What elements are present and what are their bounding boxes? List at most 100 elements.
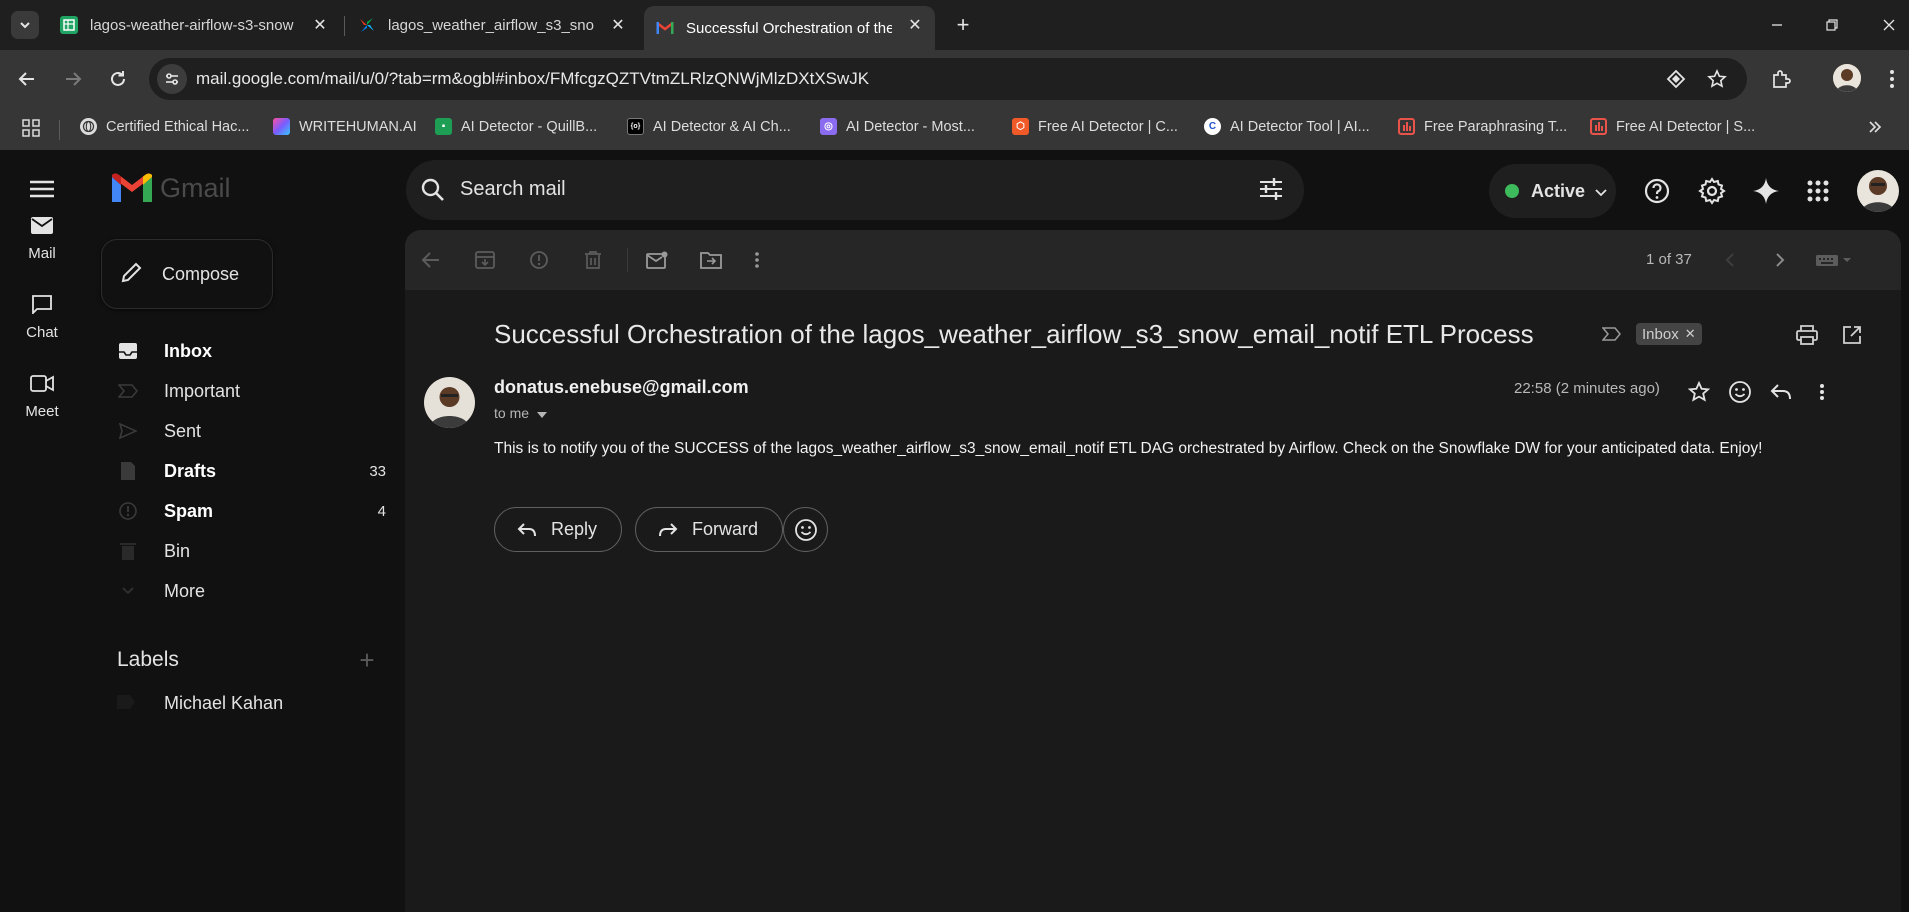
bookmark-item[interactable]: WRITEHUMAN.AI [273,118,417,135]
more-options-icon[interactable] [745,248,769,272]
bookmark-star-icon[interactable] [1706,68,1728,90]
nav-inbox[interactable]: Inbox [116,334,386,368]
move-to-icon[interactable] [699,248,723,272]
archive-icon[interactable] [473,248,497,272]
forward-arrow-icon[interactable] [60,66,86,92]
delete-icon[interactable] [581,248,605,272]
rail-meet[interactable]: Meet [0,367,84,420]
reply-icon[interactable] [1767,378,1795,406]
search-options-icon[interactable] [1258,177,1284,206]
browser-tab-1[interactable]: lagos-weather-airflow-s3-snow ✕ [48,6,340,44]
rail-mail[interactable]: Mail [0,209,84,262]
more-bookmarks-icon[interactable] [1867,119,1883,135]
recipient-details[interactable]: to me [494,405,548,421]
email-subject: Successful Orchestration of the lagos_we… [494,319,1534,349]
nav-more[interactable]: More [116,574,386,608]
browser-tab-3-active[interactable]: Successful Orchestration of the ✕ [644,6,935,50]
bookmark-item[interactable]: Free Paraphrasing T... [1398,118,1567,135]
help-icon[interactable] [1642,176,1672,206]
nav-drafts[interactable]: Drafts 33 [116,454,386,488]
nav-important[interactable]: Important [116,374,386,408]
main-menu-icon[interactable] [28,178,56,200]
caret-down-icon [537,405,548,421]
lens-diamond-icon[interactable] [1665,68,1687,90]
important-marker-icon[interactable] [1601,327,1622,346]
open-in-new-window-icon[interactable] [1839,322,1865,348]
gemini-sparkle-icon[interactable] [1751,176,1781,206]
status-selector[interactable]: Active [1489,164,1616,218]
label-item[interactable]: Michael Kahan [116,693,283,714]
print-icon[interactable] [1794,322,1820,348]
bookmark-label: Free AI Detector | S... [1616,118,1756,135]
bookmark-item[interactable]: {o} AI Detector & AI Ch... [627,118,791,135]
gear-icon[interactable] [1697,176,1727,206]
add-label-icon[interactable]: + [356,647,378,673]
new-tab-button[interactable]: + [950,12,976,38]
star-icon[interactable] [1685,378,1713,406]
restore-icon[interactable] [1821,14,1843,36]
browser-menu-icon[interactable] [1879,66,1905,92]
reply-button[interactable]: Reply [494,507,623,552]
sender-avatar[interactable] [424,377,475,428]
tab-title: lagos-weather-airflow-s3-snow [90,16,294,34]
account-avatar[interactable] [1857,170,1899,212]
search-bar[interactable]: Search mail [406,160,1304,220]
newer-chevron-icon[interactable] [1718,248,1742,272]
bookmark-item[interactable]: ⬡ Free AI Detector | C... [1012,118,1178,135]
bookmark-item[interactable]: ▪ AI Detector - QuillB... [435,118,597,135]
brain-icon: ◎ [820,118,837,135]
browser-tab-2[interactable]: lagos_weather_airflow_s3_snow ✕ [346,6,638,44]
smiley-icon [794,518,817,541]
remove-label-icon[interactable]: ✕ [1685,326,1696,342]
tab-title: lagos_weather_airflow_s3_snow [388,16,594,34]
close-tab-icon[interactable]: ✕ [905,15,925,35]
reload-icon[interactable] [105,66,131,92]
minimize-icon[interactable] [1766,14,1788,36]
close-tab-icon[interactable]: ✕ [310,15,330,35]
label-name: Michael Kahan [164,693,284,713]
gmail-logo[interactable]: Gmail [112,173,231,204]
nav-bin[interactable]: Bin [116,534,386,568]
message-more-icon[interactable] [1808,378,1836,406]
back-to-inbox-icon[interactable] [419,248,443,272]
emoji-reaction-button[interactable] [783,507,828,552]
apps-grid-icon[interactable] [1803,176,1833,206]
chevron-down-icon [20,22,30,29]
forward-button[interactable]: Forward [635,507,784,552]
spam-icon [116,499,140,523]
label-tag-icon [116,694,136,714]
close-tab-icon[interactable]: ✕ [608,15,628,35]
report-spam-icon[interactable] [527,248,551,272]
bookmark-item[interactable]: Free AI Detector | S... [1590,118,1755,135]
nav-count: 4 [377,502,386,520]
mark-unread-icon[interactable] [645,248,669,272]
bookmark-item[interactable]: ◎ AI Detector - Most... [820,118,975,135]
back-arrow-icon[interactable] [14,66,40,92]
bookmark-item[interactable]: Certified Ethical Hac... [80,118,249,135]
close-window-icon[interactable] [1878,14,1900,36]
profile-avatar[interactable] [1833,64,1861,92]
message-timestamp: 22:58 (2 minutes ago) [1514,380,1660,397]
search-input[interactable]: Search mail [460,178,566,201]
nav-sent[interactable]: Sent [116,414,386,448]
site-settings-icon[interactable] [157,64,187,94]
gmail-icon [656,19,674,37]
bookmark-divider [59,120,60,140]
video-icon [14,367,70,399]
rail-chat[interactable]: Chat [0,288,84,341]
apps-grid-icon[interactable] [22,119,40,137]
emoji-react-icon[interactable] [1726,378,1754,406]
extensions-puzzle-icon[interactable] [1768,66,1794,92]
older-chevron-icon[interactable] [1768,248,1792,272]
send-icon [116,419,140,443]
address-bar[interactable]: mail.google.com/mail/u/0/?tab=rm&ogbl#in… [149,58,1747,100]
inbox-label-chip[interactable]: Inbox ✕ [1636,323,1702,345]
gmail-m-icon [112,173,152,202]
compose-button[interactable]: Compose [101,239,273,309]
search-icon[interactable] [420,177,446,208]
tab-search-button[interactable] [11,11,39,39]
sender-email[interactable]: donatus.enebuse@gmail.com [494,377,749,398]
bookmark-item[interactable]: C AI Detector Tool | AI... [1204,118,1370,135]
nav-spam[interactable]: Spam 4 [116,494,386,528]
input-tools-keyboard-icon[interactable] [1813,248,1857,272]
